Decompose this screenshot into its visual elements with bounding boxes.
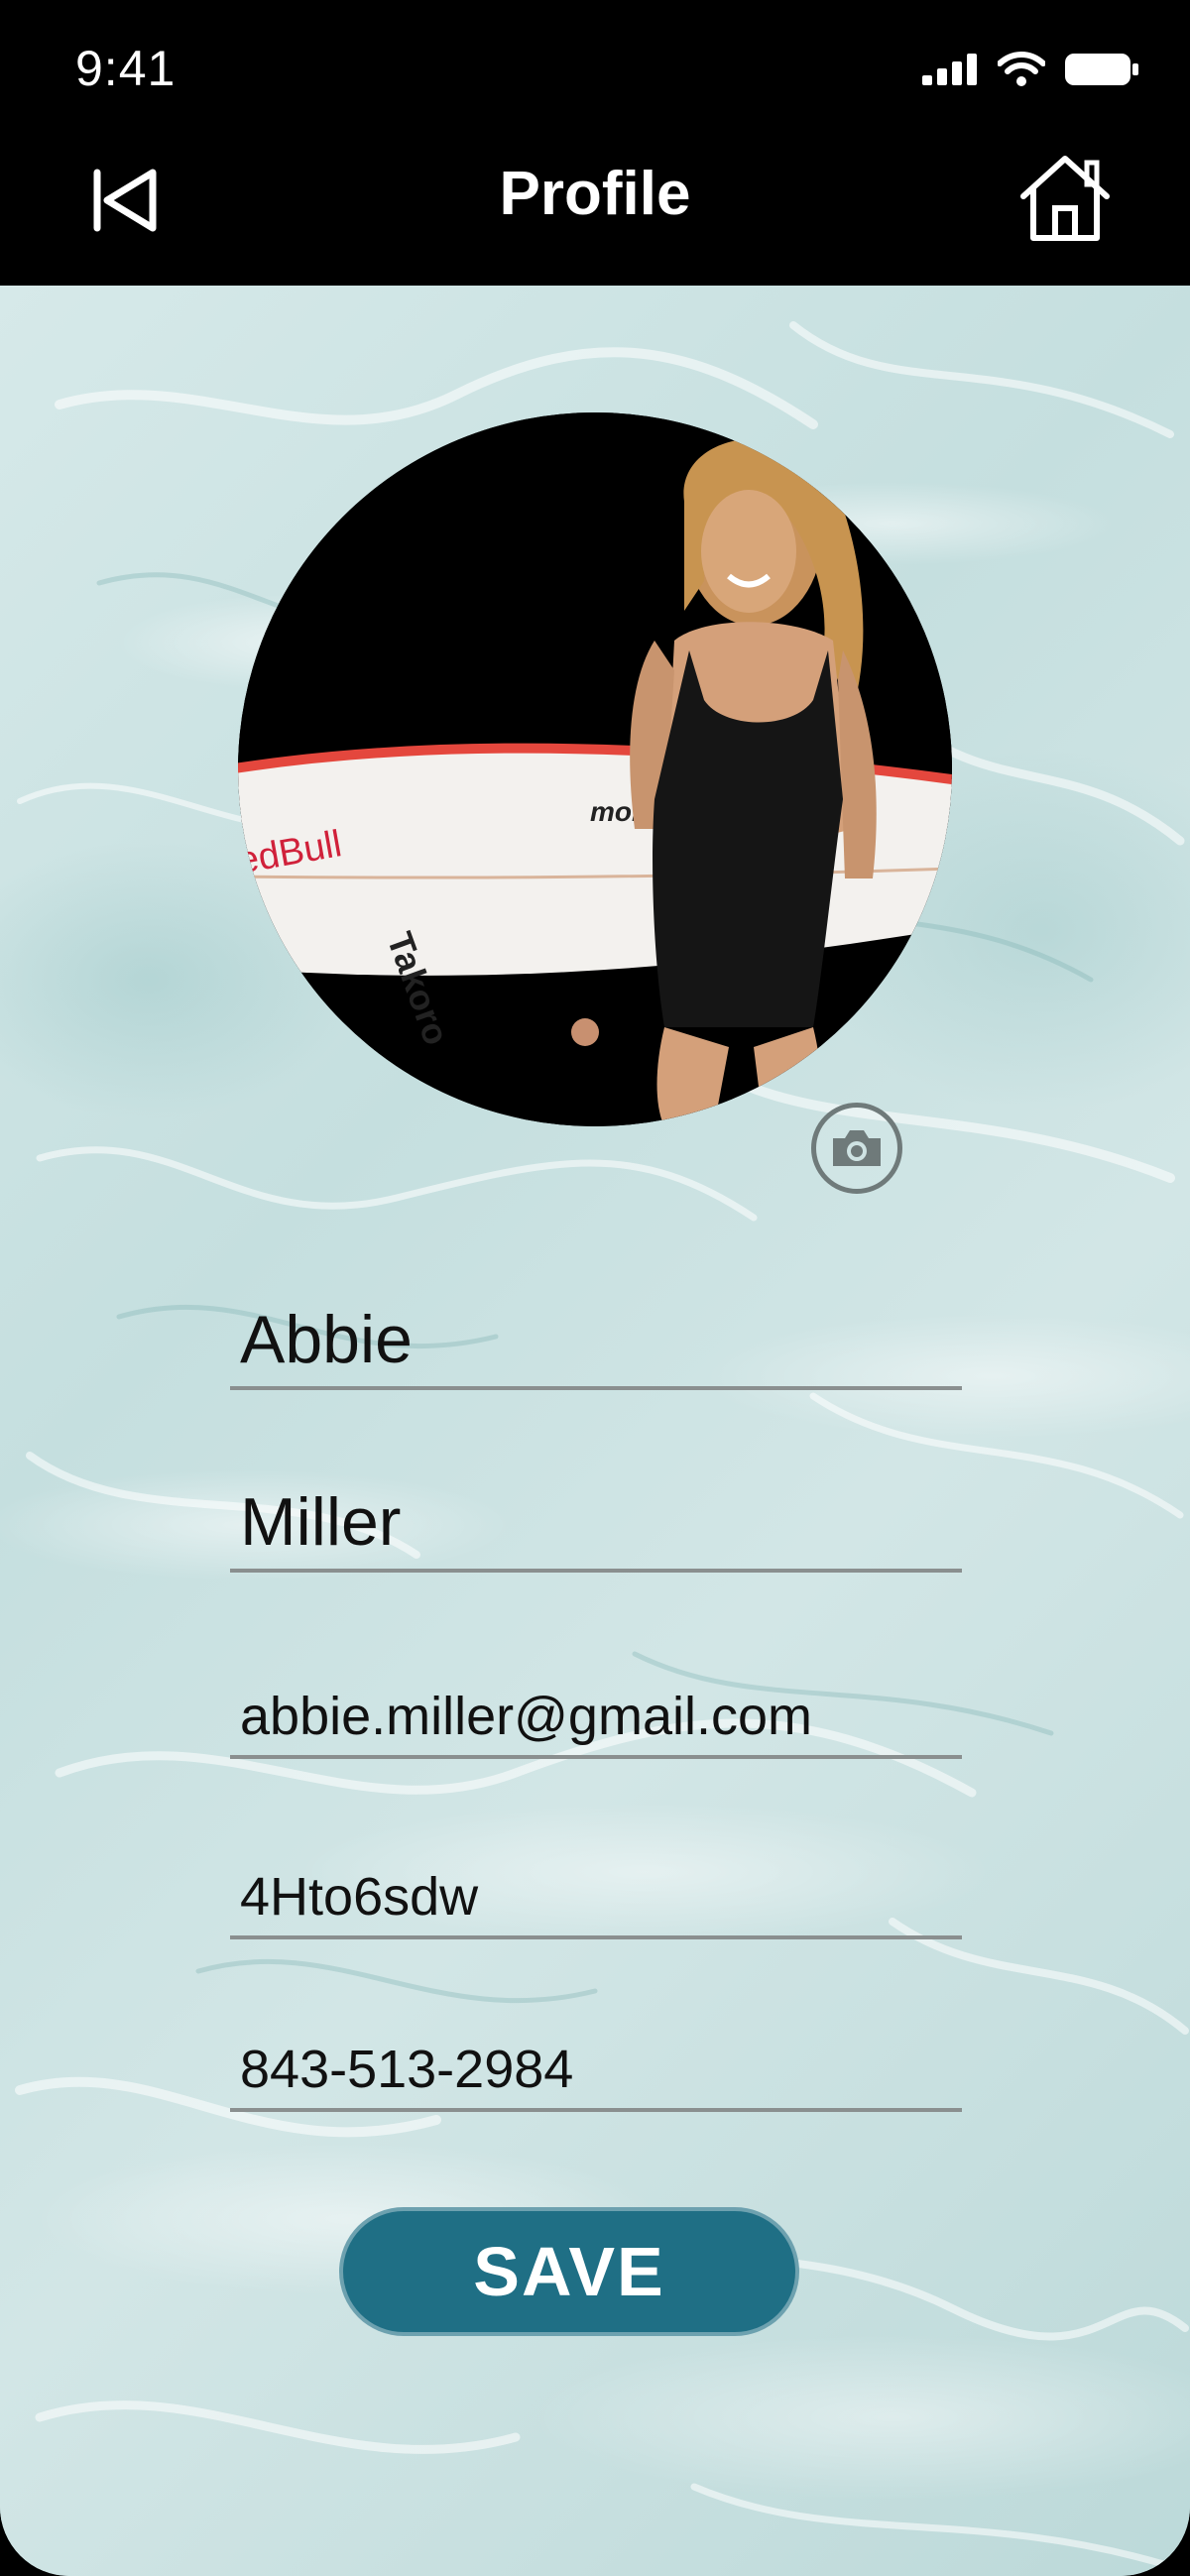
- wifi-icon: [998, 52, 1045, 86]
- last-name-value: Miller: [240, 1484, 402, 1560]
- phone-screen: 9:41 Profile edBull Takoro mormi Abbie M…: [0, 0, 1190, 2576]
- last-name-field[interactable]: Miller: [230, 1467, 962, 1573]
- profile-photo[interactable]: edBull Takoro mormi: [238, 412, 952, 1126]
- email-field[interactable]: abbie.miller@gmail.com: [230, 1666, 962, 1759]
- change-photo-button[interactable]: [811, 1103, 902, 1194]
- status-icons: [922, 52, 1140, 87]
- page-title: Profile: [499, 160, 691, 228]
- phone-field[interactable]: 843-513-2984: [230, 2019, 962, 2112]
- home-button[interactable]: [1015, 149, 1115, 248]
- save-button[interactable]: SAVE: [339, 2207, 799, 2336]
- camera-icon: [833, 1130, 881, 1166]
- password-field[interactable]: 4Hto6sdw: [230, 1846, 962, 1939]
- status-bar: 9:41: [0, 0, 1190, 139]
- cellular-signal-icon: [922, 54, 977, 85]
- password-value: 4Hto6sdw: [240, 1867, 479, 1927]
- first-name-value: Abbie: [240, 1302, 413, 1377]
- first-name-field[interactable]: Abbie: [230, 1285, 962, 1390]
- phone-value: 843-513-2984: [240, 2040, 574, 2099]
- status-time: 9:41: [75, 41, 177, 96]
- battery-icon: [1065, 54, 1138, 85]
- profile-photo-illustration: edBull Takoro mormi: [238, 412, 952, 1126]
- home-icon: [1020, 156, 1110, 241]
- nav-bar: Profile: [0, 139, 1190, 286]
- email-value: abbie.miller@gmail.com: [240, 1687, 812, 1746]
